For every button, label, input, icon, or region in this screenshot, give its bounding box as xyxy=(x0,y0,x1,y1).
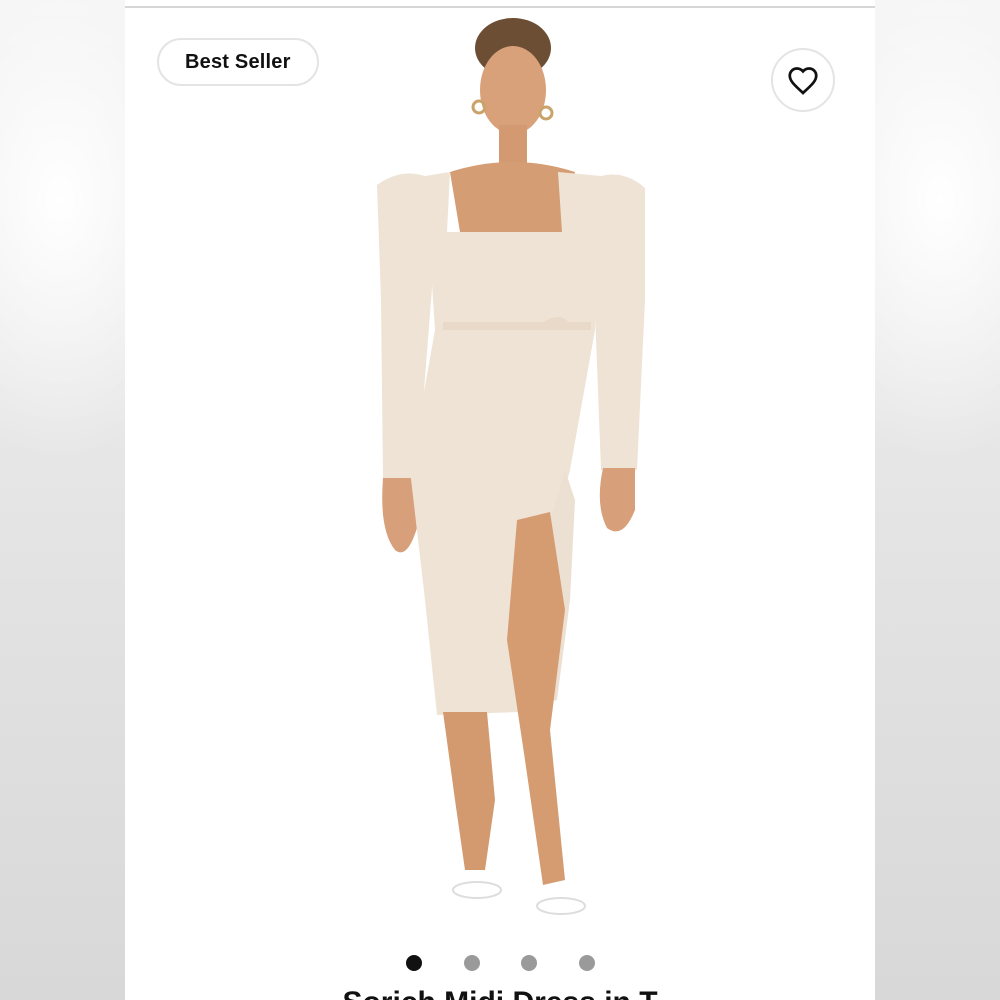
carousel-dot-1[interactable] xyxy=(406,955,422,971)
best-seller-badge: Best Seller xyxy=(157,38,319,86)
product-photo[interactable] xyxy=(125,0,875,940)
heart-icon xyxy=(788,67,818,95)
carousel-dot-3[interactable] xyxy=(521,955,537,971)
carousel-indicator xyxy=(125,955,875,971)
product-card: Best Seller Sorich Midi Dress in T xyxy=(125,0,875,1000)
carousel-dot-4[interactable] xyxy=(579,955,595,971)
favorite-button[interactable] xyxy=(771,48,835,112)
product-title: Sorich Midi Dress in T xyxy=(125,986,875,1000)
carousel-dot-2[interactable] xyxy=(464,955,480,971)
